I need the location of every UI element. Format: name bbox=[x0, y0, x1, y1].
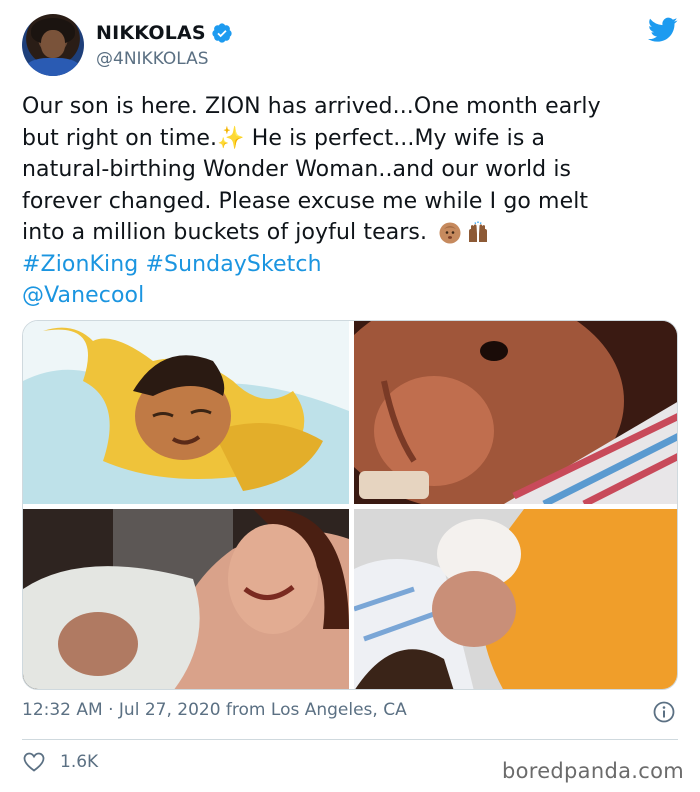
tweet-line-1: Our son is here. ZION has arrived...One … bbox=[22, 94, 601, 119]
hashtag-sundaysketch[interactable]: #SundaySketch bbox=[145, 252, 321, 277]
hashtag-zionking[interactable]: #ZionKing bbox=[22, 252, 138, 277]
sparkles-icon: ✨ bbox=[217, 125, 245, 151]
tweet-text: Our son is here. ZION has arrived...One … bbox=[22, 91, 682, 312]
media-grid bbox=[22, 320, 678, 690]
twitter-bird-icon[interactable] bbox=[648, 17, 678, 43]
heart-icon[interactable] bbox=[22, 750, 46, 774]
mention-vanecool[interactable]: @Vanecool bbox=[22, 283, 144, 308]
media-image-newborn-closeup[interactable] bbox=[354, 321, 677, 504]
media-image-sketch-baby[interactable] bbox=[23, 321, 349, 504]
media-image-newborn-on-chest[interactable] bbox=[354, 509, 677, 689]
avatar[interactable] bbox=[22, 14, 84, 76]
author-name-row: NIKKOLAS bbox=[96, 22, 233, 44]
raised-hands-icon bbox=[469, 221, 488, 242]
media-image-mother-newborn[interactable] bbox=[23, 509, 349, 689]
author-handle[interactable]: @4NIKKOLAS bbox=[96, 49, 209, 69]
tweet-line-3: natural-birthing Wonder Woman..and our w… bbox=[22, 157, 572, 182]
like-row[interactable]: 1.6K bbox=[22, 750, 98, 774]
display-name[interactable]: NIKKOLAS bbox=[96, 22, 206, 44]
verified-badge-icon bbox=[212, 23, 232, 43]
divider bbox=[22, 739, 678, 740]
tweet-line-4: forever changed. Please excuse me while … bbox=[22, 188, 589, 214]
tweet-line-5: into a million buckets of joyful tears. bbox=[22, 220, 428, 245]
tweet-line-2b: He is perfect...My wife is a bbox=[244, 125, 546, 151]
like-count: 1.6K bbox=[60, 752, 99, 772]
info-icon[interactable] bbox=[652, 700, 676, 724]
tweet-line-2: but right on time. bbox=[22, 125, 218, 151]
watermark: boredpanda.com bbox=[501, 759, 684, 783]
tweet-timestamp[interactable]: 12:32 AM · Jul 27, 2020 from Los Angeles… bbox=[22, 700, 407, 720]
baby-face-icon bbox=[439, 222, 461, 244]
tweet-card: NIKKOLAS @4NIKKOLAS Our son is here. ZIO… bbox=[0, 0, 700, 792]
